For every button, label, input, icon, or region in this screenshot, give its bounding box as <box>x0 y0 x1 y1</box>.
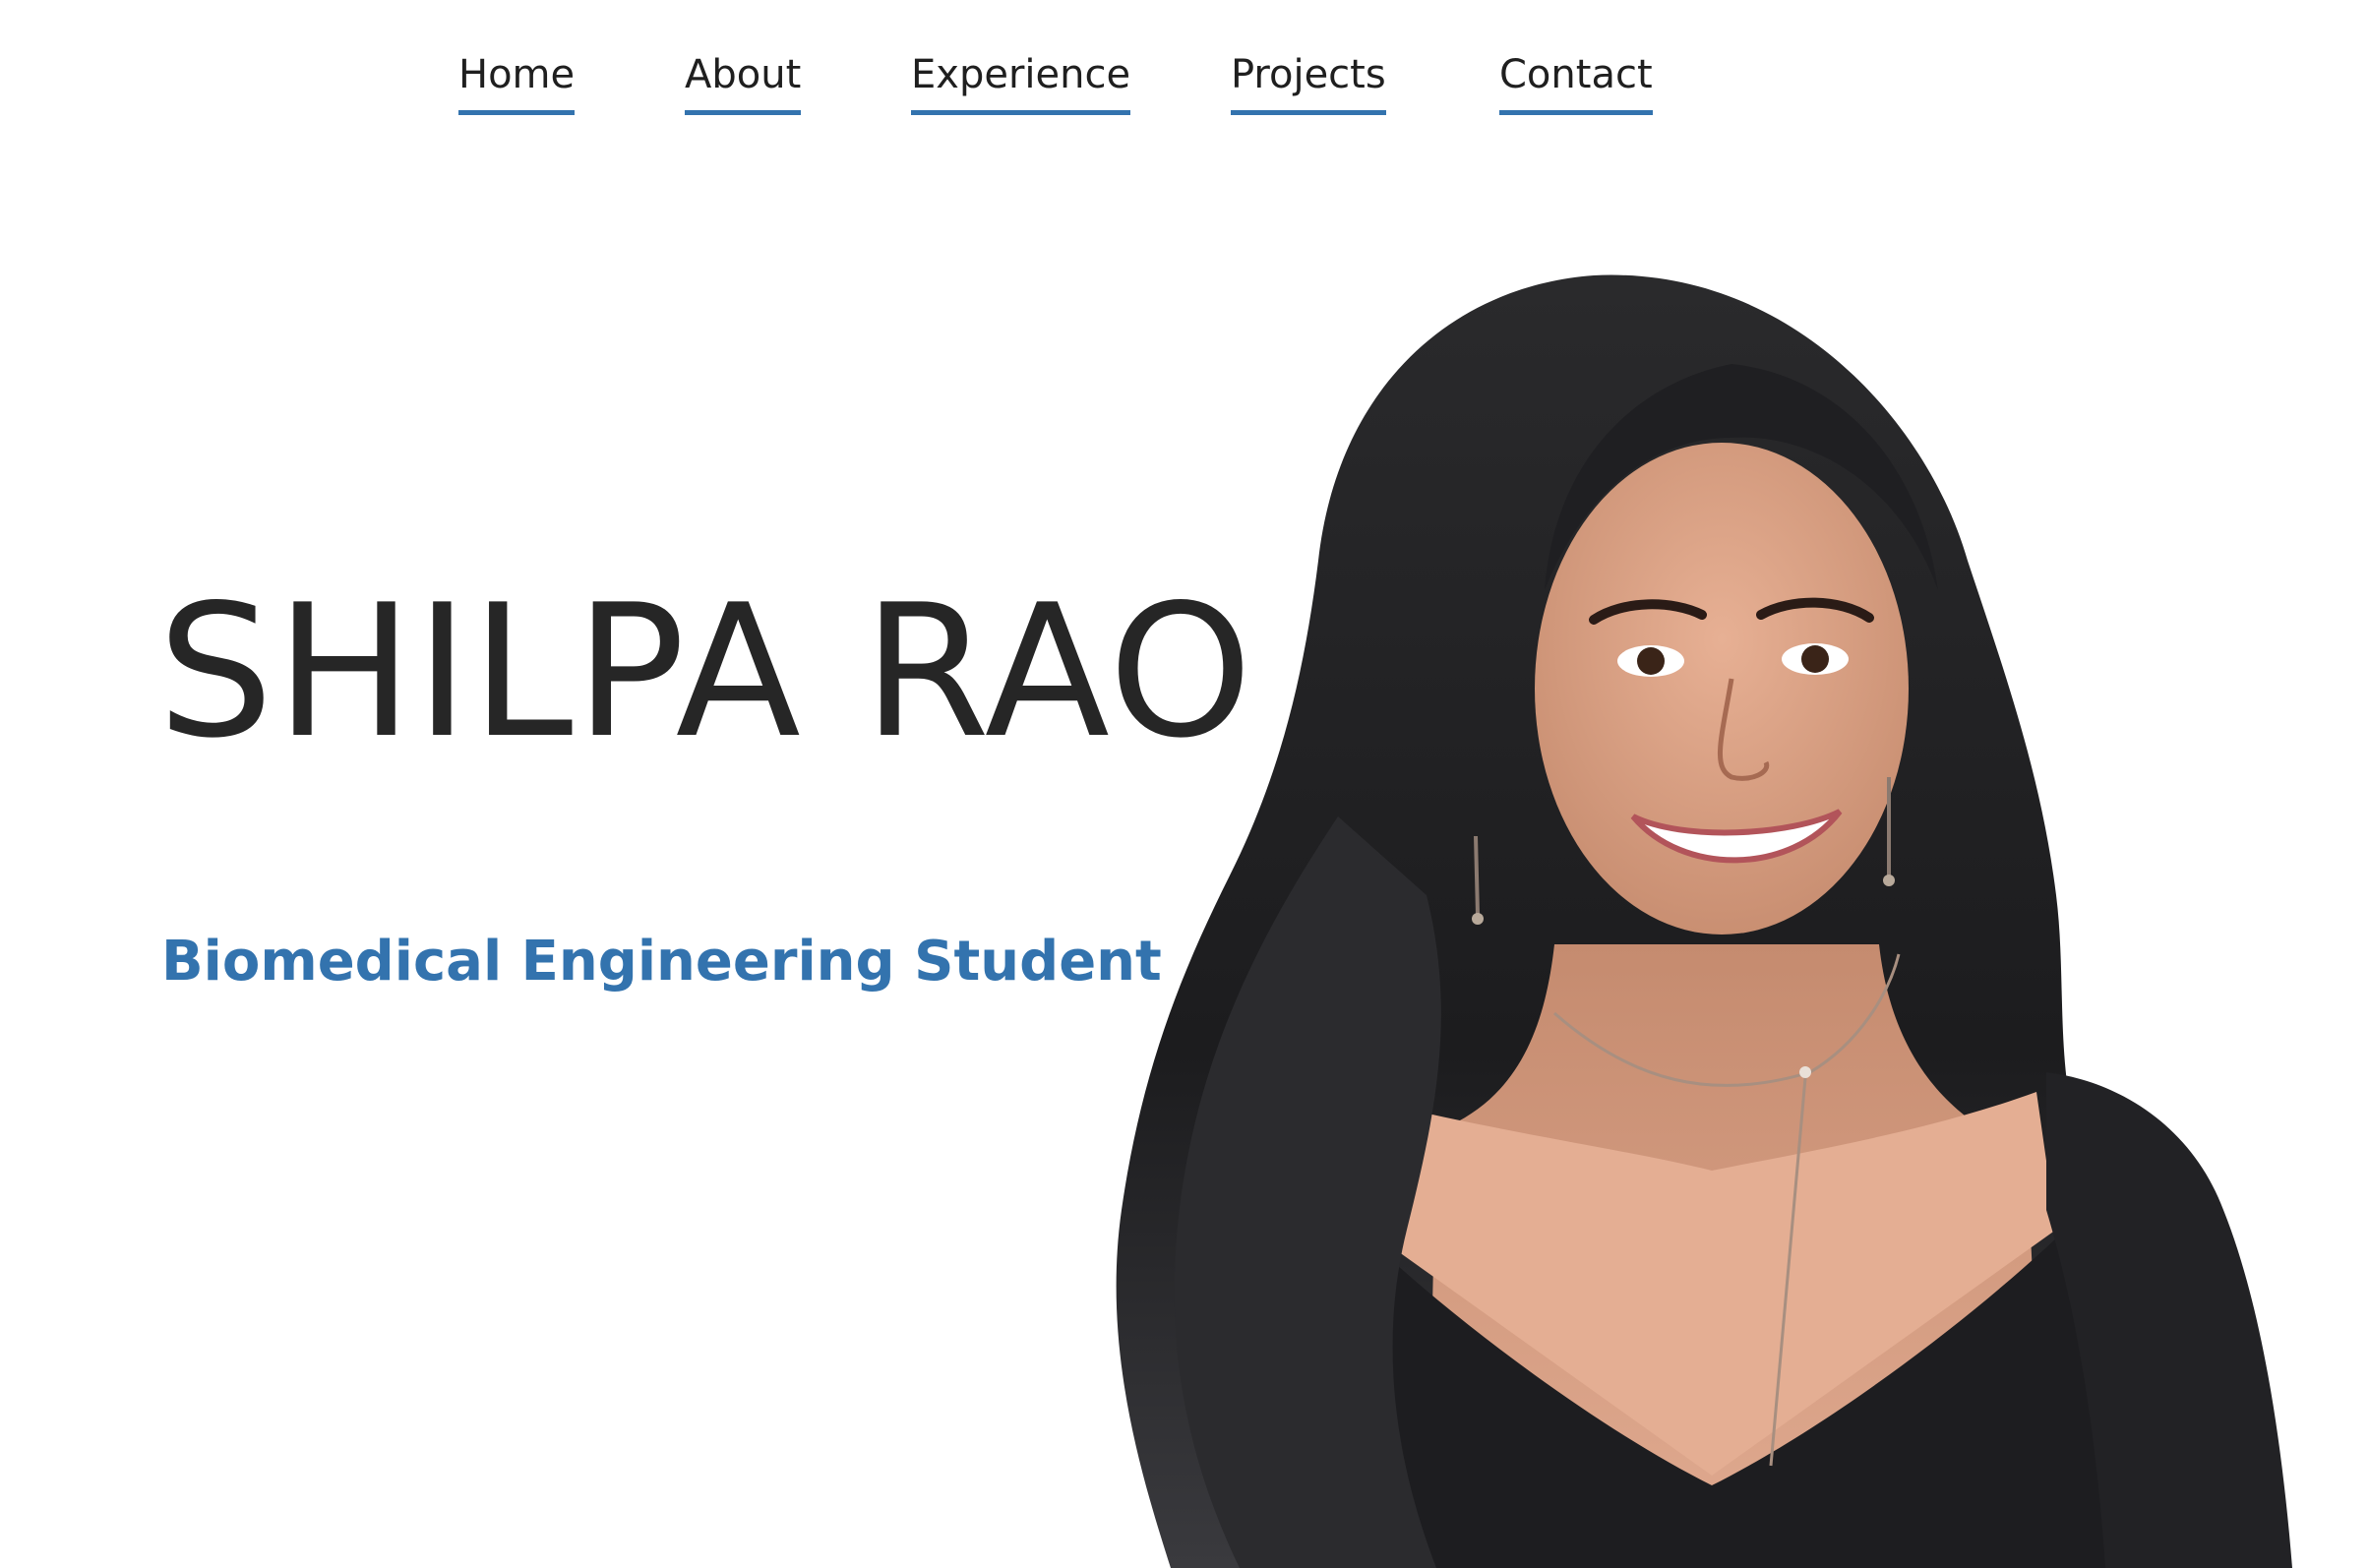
nav-link-experience[interactable]: Experience <box>911 45 1131 115</box>
nav-link-contact[interactable]: Contact <box>1499 45 1653 115</box>
nav-link-home[interactable]: Home <box>458 45 576 115</box>
main-nav: Home About Experience Projects Contact <box>0 45 2369 124</box>
nav-link-about[interactable]: About <box>685 45 802 115</box>
hero-subtitle: Biomedical Engineering Student <box>161 930 1162 994</box>
portrait-photo <box>1082 266 2341 1568</box>
nav-link-projects[interactable]: Projects <box>1231 45 1386 115</box>
